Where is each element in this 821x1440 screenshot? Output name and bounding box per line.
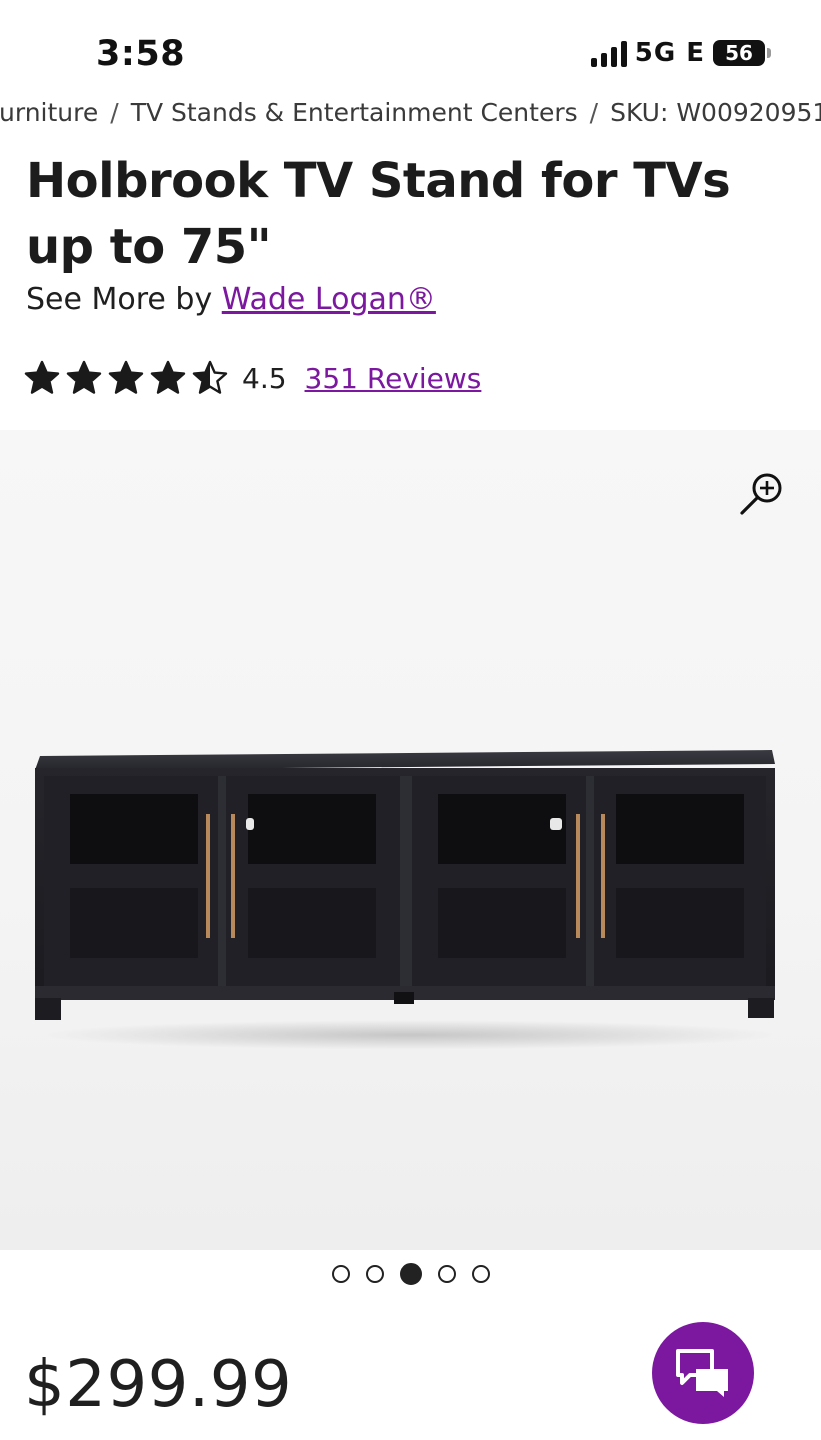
breadcrumb-item-tv-stands[interactable]: TV Stands & Entertainment Centers (131, 98, 578, 127)
product-image-gallery[interactable] (0, 430, 821, 1250)
star-full-icon (24, 360, 60, 396)
gallery-pagination (0, 1263, 821, 1285)
product-price: $299.99 (24, 1348, 293, 1422)
pagination-dot[interactable] (437, 1265, 456, 1283)
breadcrumb-item-furniture[interactable]: Furniture (0, 98, 98, 127)
star-full-icon (108, 360, 144, 396)
battery-level: 56 (725, 41, 753, 65)
brand-link[interactable]: Wade Logan® (222, 282, 436, 317)
signal-icon (590, 39, 627, 67)
pagination-dot[interactable] (365, 1265, 384, 1283)
network-label: 5G E (634, 38, 705, 68)
star-half-icon (192, 360, 228, 396)
chat-icon (676, 1349, 728, 1397)
star-full-icon (66, 360, 102, 396)
product-title: Holbrook TV Stand for TVs up to 75" (26, 153, 731, 275)
status-indicators: 5G E 56 (590, 38, 771, 68)
rating-value: 4.5 (242, 361, 287, 395)
see-more-label: See More by (26, 282, 213, 317)
see-more-by: See More by Wade Logan® (26, 282, 436, 317)
breadcrumb-separator: / (589, 98, 599, 127)
rating-row: 4.5 351 Reviews (24, 360, 481, 396)
chat-button[interactable] (652, 1322, 754, 1424)
status-bar: 3:58 5G E 56 (0, 0, 821, 100)
breadcrumb: Furniture / TV Stands & Entertainment Cent… (0, 96, 821, 136)
pagination-dot-active[interactable] (399, 1263, 422, 1285)
star-full-icon (150, 360, 186, 396)
reviews-link[interactable]: 351 Reviews (305, 362, 482, 395)
breadcrumb-separator: / (110, 98, 119, 127)
pagination-dot[interactable] (471, 1265, 490, 1283)
breadcrumb-sku: SKU: W009209519 (610, 98, 821, 127)
battery-icon: 56 (713, 40, 771, 66)
product-image (35, 750, 775, 1020)
status-time: 3:58 (96, 34, 186, 74)
star-rating (24, 360, 228, 396)
zoom-in-icon[interactable] (739, 470, 785, 516)
pagination-dot[interactable] (331, 1265, 350, 1283)
